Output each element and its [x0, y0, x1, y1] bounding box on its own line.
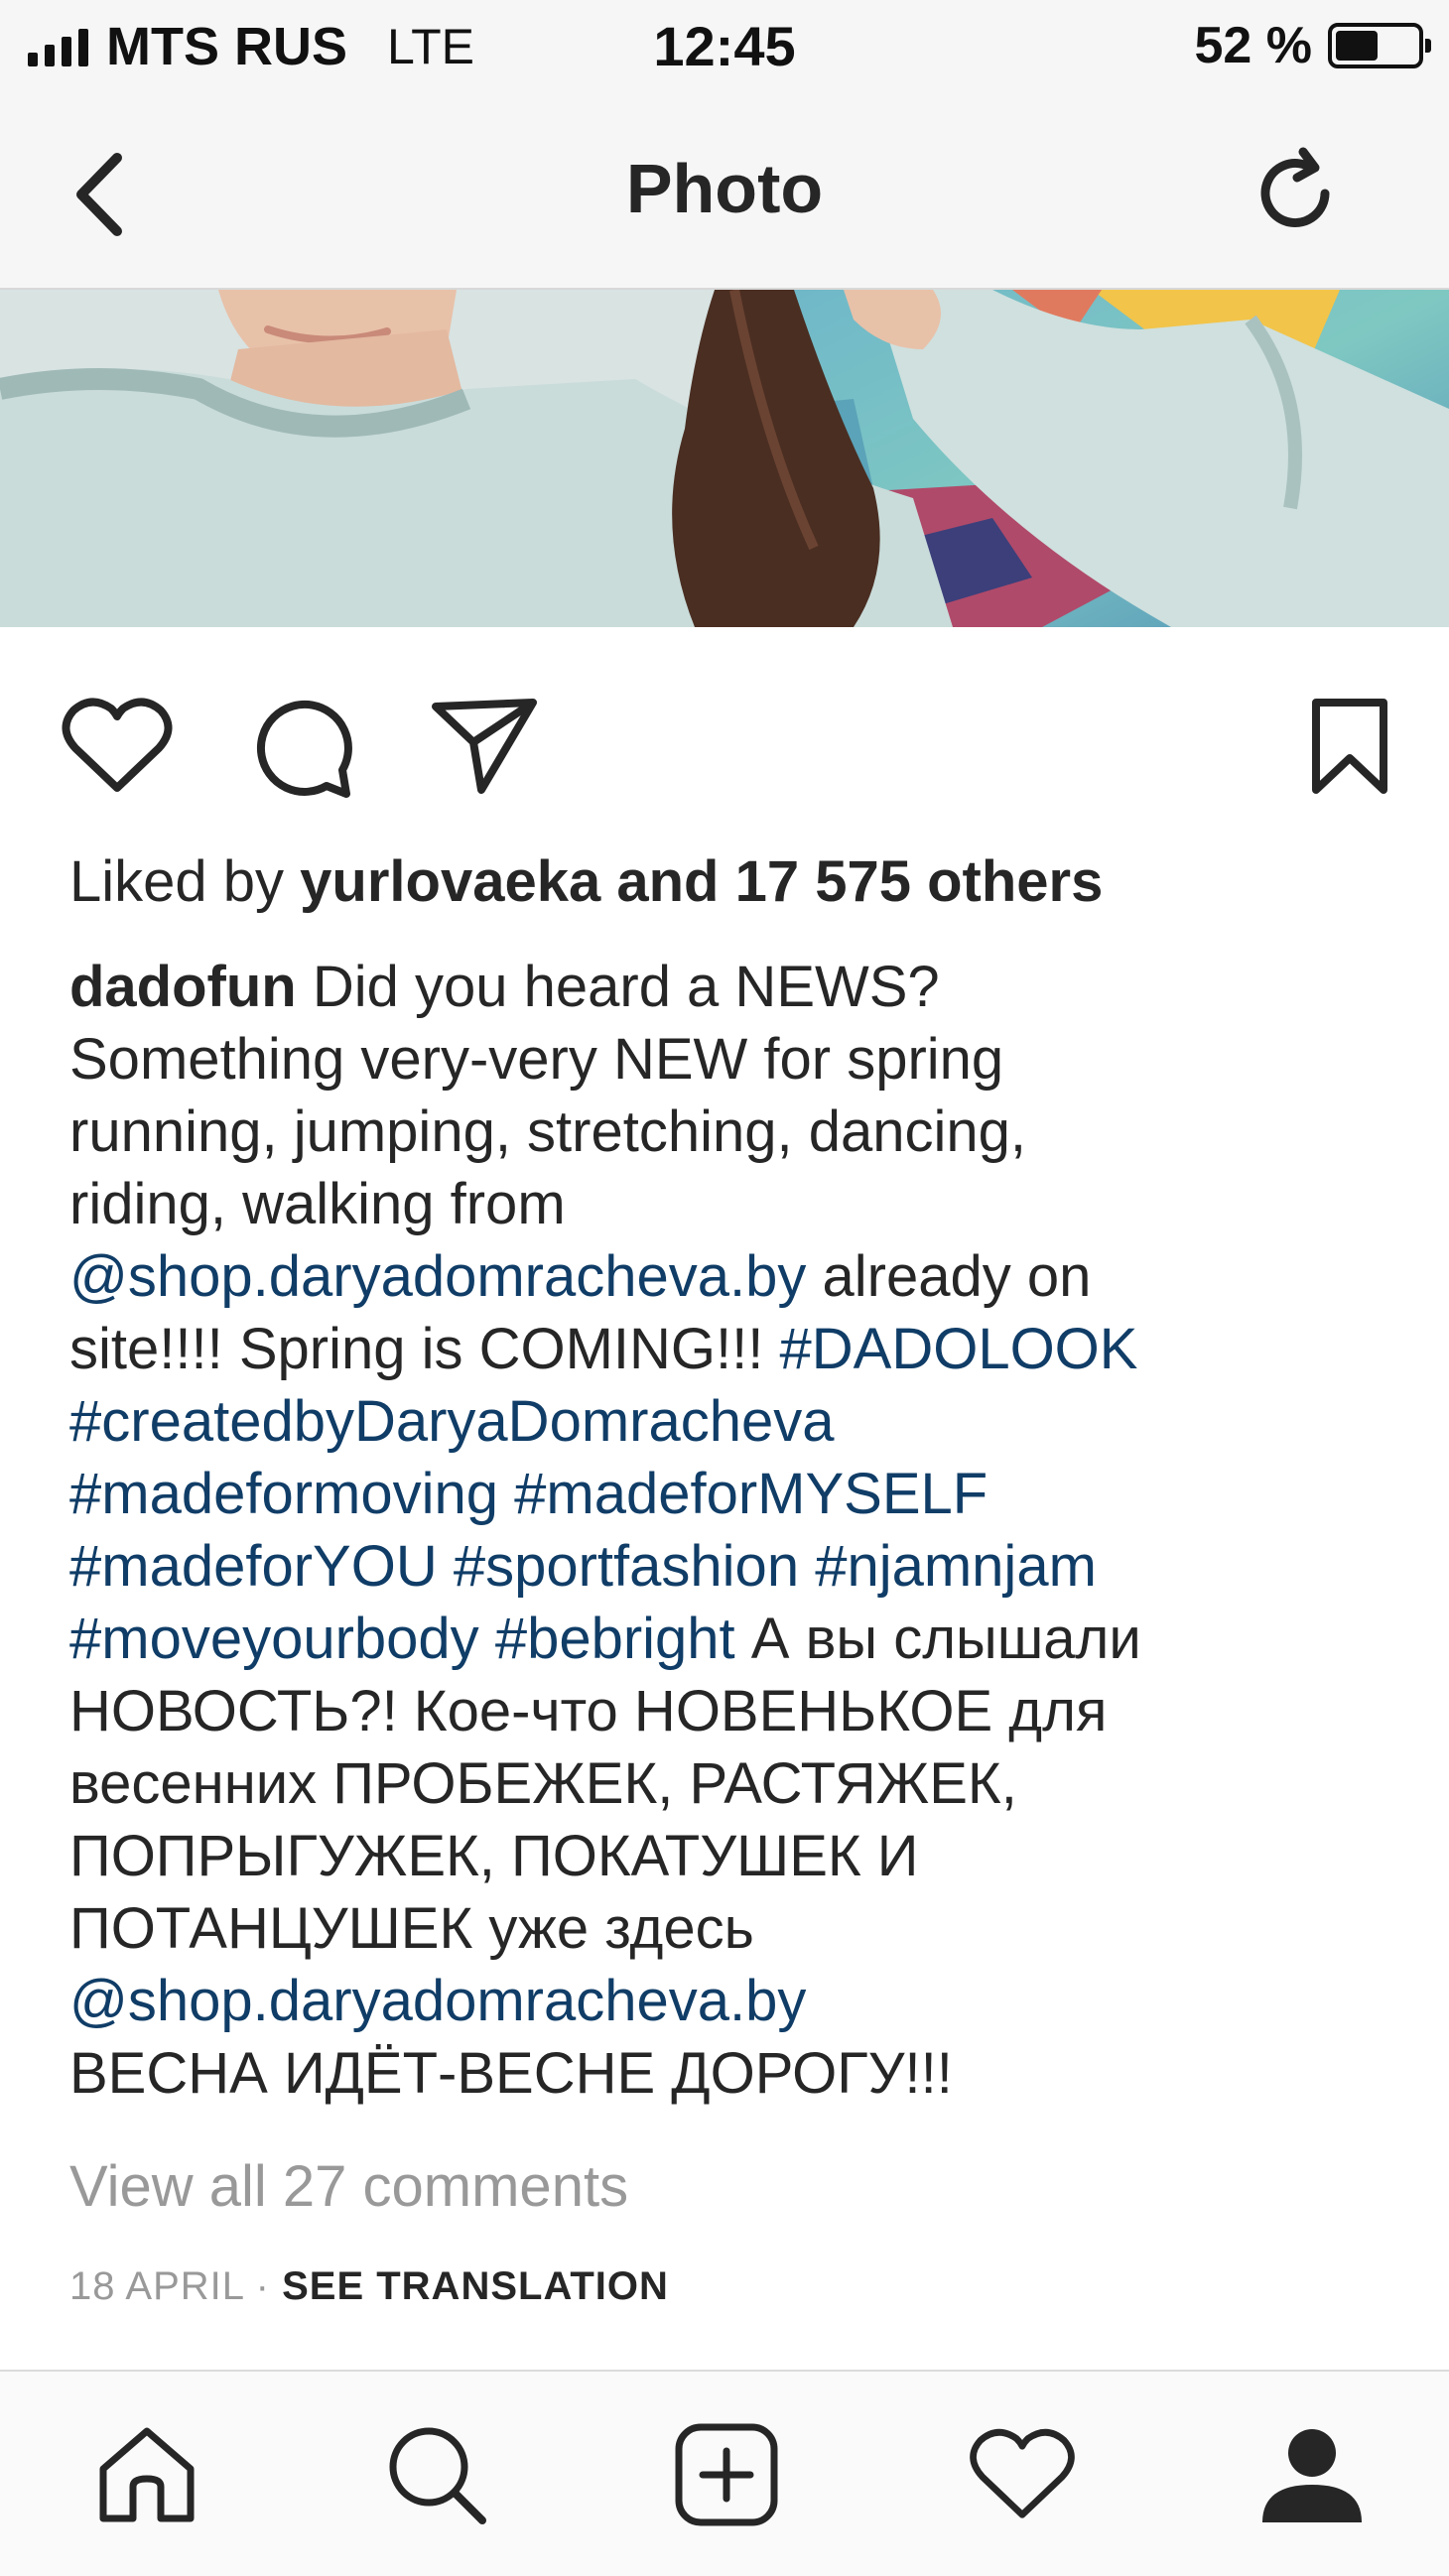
add-post-icon: [675, 2423, 778, 2526]
like-button[interactable]: [58, 687, 177, 806]
hashtag-link[interactable]: #madeformoving: [69, 1462, 498, 1526]
post-photo[interactable]: [0, 290, 1449, 627]
activity-heart-icon: [970, 2428, 1075, 2518]
tab-bar: [0, 2370, 1449, 2576]
search-icon: [389, 2427, 486, 2524]
bookmark-icon: [1312, 699, 1387, 794]
profile-icon: [1262, 2429, 1362, 2522]
status-bar: MTS RUS LTE 12:45 52 %: [0, 0, 1449, 97]
tab-home[interactable]: [87, 2415, 206, 2534]
post-date: 18 APRIL: [69, 2264, 244, 2308]
caption-text: весенних ПРОБЕЖЕК, РАСТЯЖЕК,: [69, 1751, 1017, 1816]
likes-prefix: Liked by: [69, 849, 285, 914]
hashtag-link[interactable]: #moveyourbody: [69, 1607, 479, 1671]
likes-summary: Liked by yurlovaeka and 17 575 others: [69, 848, 1103, 915]
see-translation-link[interactable]: SEE TRANSLATION: [282, 2264, 669, 2308]
home-icon: [99, 2427, 195, 2522]
caption-text: ПОПРЫГУЖЕК, ПОКАТУШЕК И: [69, 1824, 919, 1888]
view-all-comments-link[interactable]: View all 27 comments: [69, 2153, 628, 2220]
hashtag-link[interactable]: #DADOLOOK: [779, 1317, 1137, 1381]
caption-text: already on: [806, 1244, 1092, 1309]
caption-text: Something very-very NEW for spring: [69, 1027, 1004, 1092]
hashtag-link[interactable]: #sportfashion: [454, 1534, 799, 1599]
caption-text: Did you heard a NEWS?: [296, 955, 940, 1019]
tab-search[interactable]: [377, 2415, 496, 2534]
caption-text: running, jumping, stretching, dancing,: [69, 1099, 1027, 1164]
caption-text: НОВОСТЬ?! Кое-что НОВЕНЬКОЕ для: [69, 1679, 1108, 1743]
caption-username[interactable]: dadofun: [69, 955, 297, 1019]
tab-profile[interactable]: [1252, 2415, 1372, 2534]
refresh-button[interactable]: [1241, 139, 1350, 248]
comment-icon: [256, 700, 352, 798]
battery-status: 52 %: [1194, 16, 1431, 75]
comment-button[interactable]: [241, 687, 360, 806]
heart-icon: [62, 698, 173, 792]
share-button[interactable]: [425, 687, 544, 806]
post-caption: dadofun Did you heard a NEWS? Something …: [69, 951, 1399, 2110]
hashtag-link[interactable]: #madeforYOU: [69, 1534, 438, 1599]
page-title: Photo: [625, 150, 824, 227]
mention-link[interactable]: @shop.daryadomracheva.by: [69, 1244, 806, 1309]
meta-separator: ·: [243, 2264, 283, 2308]
save-button[interactable]: [1290, 687, 1409, 806]
caption-text: site!!!! Spring is COMING!!!: [69, 1317, 780, 1381]
post-meta: 18 APRIL · SEE TRANSLATION: [69, 2264, 669, 2309]
nav-bar: Photo: [0, 97, 1449, 290]
caption-text: А вы слышали: [734, 1607, 1141, 1671]
liker-username[interactable]: yurlovaeka: [300, 849, 600, 914]
hashtag-link[interactable]: #madeforMYSELF: [514, 1462, 988, 1526]
refresh-icon: [1260, 147, 1330, 227]
send-icon: [432, 699, 537, 794]
mention-link[interactable]: @shop.daryadomracheva.by: [69, 1969, 806, 2033]
battery-percent: 52 %: [1194, 17, 1312, 74]
likes-count[interactable]: and 17 575 others: [616, 849, 1103, 914]
tab-activity[interactable]: [963, 2415, 1082, 2534]
hashtag-link[interactable]: #njamnjam: [815, 1534, 1097, 1599]
post-actions: [0, 627, 1449, 845]
caption-text: riding, walking from: [69, 1172, 566, 1236]
caption-text: ВЕСНА ИДЁТ-ВЕСНЕ ДОРОГУ!!!: [69, 2041, 953, 2106]
tab-new-post[interactable]: [667, 2415, 786, 2534]
hashtag-link[interactable]: #bebright: [495, 1607, 735, 1671]
caption-text: ПОТАНЦУШЕК уже здесь: [69, 1896, 754, 1961]
battery-icon: [1328, 23, 1431, 68]
hashtag-link[interactable]: #createdbyDaryaDomracheva: [69, 1389, 834, 1454]
